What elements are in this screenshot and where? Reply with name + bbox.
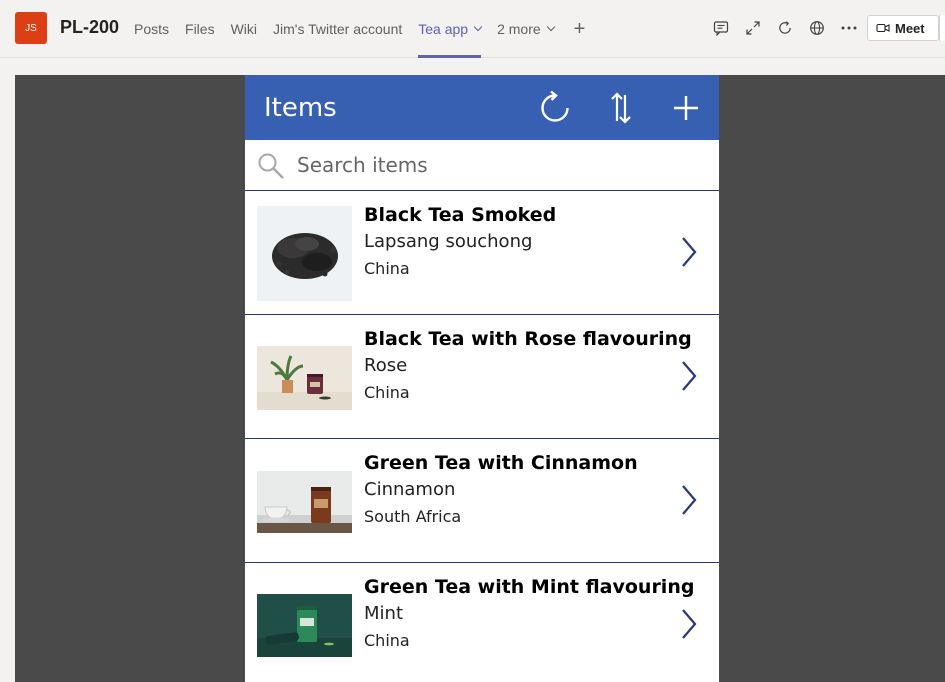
refresh-icon: [779, 21, 791, 34]
meet-button[interactable]: Meet: [867, 15, 939, 41]
globe-icon: [810, 21, 824, 35]
channel-tabs: Posts Files Wiki Jim's Twitter account T…: [134, 0, 585, 58]
chevron-down-icon: [473, 22, 483, 32]
tab-more[interactable]: 2 more: [497, 0, 555, 58]
sort-button[interactable]: [602, 89, 640, 127]
item-title: Green Tea with Mint flavouring: [364, 576, 695, 598]
page-title: Items: [264, 93, 337, 123]
list-item[interactable]: Black Tea Smoked Lapsang souchong China: [245, 191, 719, 315]
tea-thumbnail: [257, 330, 352, 425]
tab-label: Tea app: [418, 21, 469, 37]
teams-header: JS PL-200 Posts Files Wiki Jim's Twitter…: [0, 0, 945, 58]
tea-leaves-image: [257, 206, 352, 301]
item-subtitle: Lapsang souchong: [364, 231, 533, 252]
item-origin: South Africa: [364, 507, 462, 526]
more-actions-button[interactable]: [833, 16, 865, 40]
tea-thumbnail: [257, 206, 352, 301]
ellipsis-icon: [841, 26, 857, 30]
open-in-browser-button[interactable]: [801, 16, 833, 40]
expand-button[interactable]: [737, 16, 769, 40]
green-tin-image: [257, 594, 352, 657]
chat-icon: [713, 21, 729, 36]
list-item[interactable]: Black Tea with Rose flavouring Rose Chin…: [245, 315, 719, 439]
meet-label: Meet: [895, 20, 925, 36]
tab-label: Wiki: [230, 21, 258, 37]
meet-dropdown[interactable]: [939, 15, 945, 41]
tab-files[interactable]: Files: [185, 0, 215, 58]
chevron-right-icon[interactable]: [679, 235, 699, 269]
tab-twitter[interactable]: Jim's Twitter account: [273, 0, 402, 58]
app-header: Items: [245, 75, 719, 140]
chevron-down-icon: [546, 22, 555, 32]
team-avatar[interactable]: JS: [15, 12, 47, 44]
cup-and-tin-image: [257, 470, 352, 533]
list-item[interactable]: Green Tea with Cinnamon Cinnamon South A…: [245, 439, 719, 563]
plus-icon: [674, 96, 698, 120]
add-tab-button[interactable]: +: [574, 0, 586, 58]
team-name: PL-200: [60, 17, 120, 37]
reload-button[interactable]: [769, 16, 801, 40]
conversation-button[interactable]: [705, 16, 737, 40]
item-subtitle: Mint: [364, 603, 403, 624]
header-actions: [705, 16, 865, 40]
item-origin: China: [364, 383, 410, 402]
sort-icon: [611, 92, 631, 124]
refresh-icon: [541, 90, 569, 122]
item-title: Black Tea with Rose flavouring: [364, 328, 692, 350]
tea-thumbnail: [257, 578, 352, 673]
tea-thumbnail: [257, 454, 352, 549]
chevron-right-icon[interactable]: [679, 483, 699, 517]
tab-label: Jim's Twitter account: [273, 21, 403, 37]
tab-tea-app[interactable]: Tea app: [418, 0, 483, 58]
chevron-right-icon[interactable]: [679, 607, 699, 641]
tab-label: Files: [185, 21, 215, 37]
item-origin: China: [364, 259, 410, 278]
item-title: Green Tea with Cinnamon: [364, 452, 638, 474]
refresh-button[interactable]: [536, 89, 574, 127]
item-origin: China: [364, 631, 410, 650]
search-icon: [258, 153, 284, 179]
search-input[interactable]: [297, 150, 697, 180]
chevron-right-icon[interactable]: [679, 359, 699, 393]
plant-and-tin-image: [257, 345, 352, 410]
expand-icon: [746, 21, 760, 35]
add-item-button[interactable]: [667, 89, 705, 127]
item-subtitle: Cinnamon: [364, 479, 456, 500]
video-camera-icon: [876, 23, 890, 33]
item-title: Black Tea Smoked: [364, 204, 557, 226]
list-item[interactable]: Green Tea with Mint flavouring Mint Chin…: [245, 563, 719, 682]
tab-label: 2 more: [497, 21, 541, 37]
item-subtitle: Rose: [364, 355, 408, 376]
tea-app-canvas: Items Search items Black Tea Smoked Laps…: [245, 75, 719, 682]
tab-posts[interactable]: Posts: [134, 0, 169, 58]
plus-icon: +: [573, 17, 586, 40]
tab-label: Posts: [134, 21, 170, 37]
tab-wiki[interactable]: Wiki: [231, 0, 257, 58]
search-bar: [245, 140, 719, 191]
